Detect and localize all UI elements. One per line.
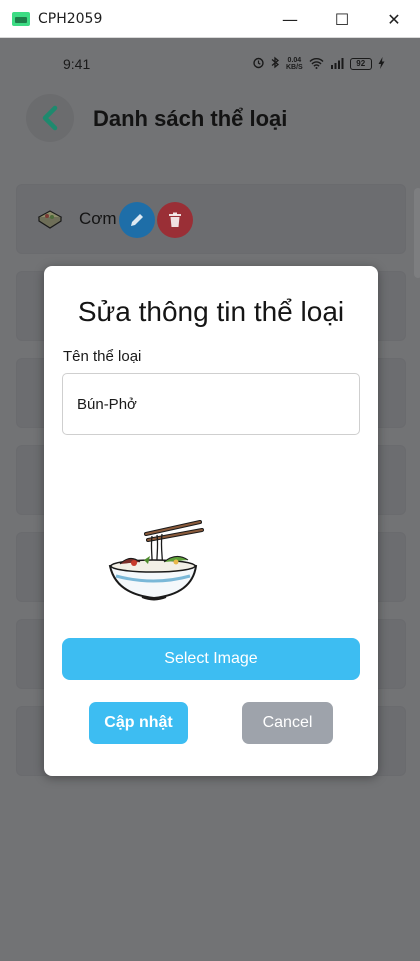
window-title: CPH2059 bbox=[38, 10, 103, 27]
maximize-button[interactable]: ☐ bbox=[316, 0, 368, 38]
network-speed-value: 0.04 bbox=[287, 57, 302, 64]
category-name-input[interactable] bbox=[62, 373, 360, 435]
list-item[interactable]: Cơm bbox=[16, 184, 406, 254]
minimize-button[interactable]: — bbox=[264, 0, 316, 38]
close-button[interactable]: ✕ bbox=[368, 0, 420, 38]
android-app-icon bbox=[12, 11, 30, 26]
charging-icon bbox=[378, 56, 385, 72]
cancel-button[interactable]: Cancel bbox=[242, 702, 333, 744]
pencil-icon bbox=[131, 214, 143, 226]
bluetooth-icon bbox=[271, 56, 280, 72]
network-speed: 0.04 KB/S bbox=[286, 57, 303, 71]
delete-button[interactable] bbox=[157, 202, 193, 238]
update-button[interactable]: Cập nhật bbox=[89, 702, 188, 744]
status-bar: 9:41 0.04 KB/S 92 bbox=[0, 38, 420, 90]
dialog-title: Sửa thông tin thể loại bbox=[77, 296, 345, 327]
page-header: Danh sách thể loại bbox=[0, 90, 420, 150]
status-time: 9:41 bbox=[63, 56, 91, 72]
network-speed-unit: KB/S bbox=[286, 64, 303, 71]
edit-button[interactable] bbox=[119, 202, 155, 238]
category-image-preview bbox=[108, 520, 204, 601]
phone-screen: 9:41 0.04 KB/S 92 Danh sách thể loại Cơm… bbox=[0, 38, 420, 961]
page-title: Danh sách thể loại bbox=[93, 106, 288, 131]
edit-category-dialog: Sửa thông tin thể loại Tên thể loại Sele… bbox=[44, 266, 378, 776]
rice-box-icon bbox=[37, 210, 63, 229]
select-image-button[interactable]: Select Image bbox=[62, 638, 360, 680]
signal-icon bbox=[330, 57, 344, 72]
status-icons: 0.04 KB/S 92 bbox=[252, 56, 385, 72]
alarm-icon bbox=[252, 56, 265, 72]
window-controls: — ☐ ✕ bbox=[264, 0, 420, 37]
wifi-icon bbox=[309, 57, 324, 72]
window-titlebar: CPH2059 — ☐ ✕ bbox=[0, 0, 420, 38]
back-button[interactable] bbox=[26, 94, 74, 142]
list-item-label: Cơm bbox=[79, 209, 117, 228]
trash-icon bbox=[169, 212, 181, 227]
scrollbar[interactable] bbox=[414, 188, 420, 278]
chevron-left-icon bbox=[42, 105, 58, 131]
category-name-label: Tên thể loại bbox=[63, 348, 142, 365]
battery-icon: 92 bbox=[349, 58, 372, 70]
